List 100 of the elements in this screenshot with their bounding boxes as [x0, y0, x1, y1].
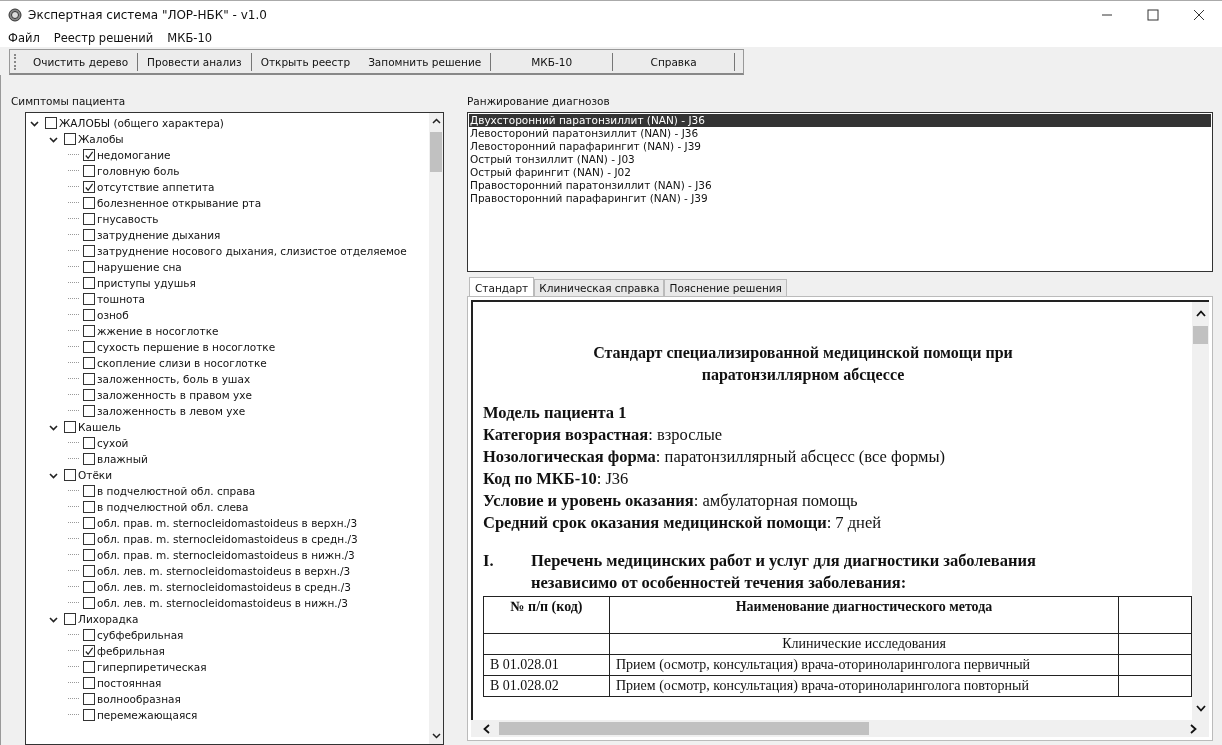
scroll-down-icon[interactable]: [431, 731, 441, 740]
scroll-up-icon[interactable]: [431, 117, 441, 126]
tree-item[interactable]: Жалобы: [76, 133, 124, 145]
checkbox[interactable]: [83, 357, 95, 369]
chevron-down-icon[interactable]: [49, 614, 58, 624]
checkbox[interactable]: [83, 597, 95, 609]
checkbox[interactable]: [83, 485, 95, 497]
checkbox[interactable]: [45, 117, 57, 129]
tree-item[interactable]: обл. лев. m. sternocleidomastoideus в средн./3: [95, 581, 351, 593]
checkbox[interactable]: [83, 517, 95, 529]
checkbox[interactable]: [83, 453, 95, 465]
toolbar-button[interactable]: Запомнить решение: [359, 52, 492, 71]
tree-item[interactable]: отсутствие аппетита: [95, 181, 215, 193]
checkbox[interactable]: [83, 549, 95, 561]
checkbox[interactable]: [83, 229, 95, 241]
list-item[interactable]: Правосторонний паратонзиллит (NAN) - J36: [469, 179, 1211, 192]
tree-item[interactable]: затруднение дыхания: [95, 229, 221, 241]
tree-item[interactable]: гиперпиретическая: [95, 661, 207, 673]
tree-item[interactable]: в подчелюстной обл. слева: [95, 501, 249, 513]
tree-item[interactable]: тошнота: [95, 293, 145, 305]
checkbox[interactable]: [83, 389, 95, 401]
tree-item[interactable]: заложенность в левом ухе: [95, 405, 246, 417]
checkbox[interactable]: [64, 469, 76, 481]
toolbar-button[interactable]: Справка: [613, 52, 736, 71]
tree-item[interactable]: болезненное открывание рта: [95, 197, 262, 209]
checkbox[interactable]: [83, 501, 95, 513]
tree-item[interactable]: обл. лев. m. sternocleidomastoideus в верхн./3: [95, 565, 351, 577]
checkbox[interactable]: [83, 565, 95, 577]
tab[interactable]: Пояснение решения: [664, 279, 787, 296]
tree-item[interactable]: Лихорадка: [76, 613, 139, 625]
scrollbar[interactable]: [1192, 302, 1209, 720]
scroll-thumb[interactable]: [430, 132, 442, 172]
checkbox[interactable]: [64, 133, 76, 145]
checkbox[interactable]: [83, 629, 95, 641]
checkbox[interactable]: [83, 677, 95, 689]
tree-item[interactable]: недомогание: [95, 149, 171, 161]
tree-item[interactable]: волнообразная: [95, 693, 181, 705]
tree-item[interactable]: приступы удушья: [95, 277, 196, 289]
chevron-down-icon[interactable]: [49, 134, 58, 144]
checkbox[interactable]: [83, 309, 95, 321]
checkbox[interactable]: [83, 165, 95, 177]
tree-item[interactable]: субфебрильная: [95, 629, 184, 641]
checkbox[interactable]: [83, 293, 95, 305]
tree-item[interactable]: перемежающаяся: [95, 709, 198, 721]
chevron-down-icon[interactable]: [30, 118, 39, 128]
tree-item[interactable]: озноб: [95, 309, 129, 321]
tree-item[interactable]: ЖАЛОБЫ (общего характера): [57, 117, 224, 129]
tree-item[interactable]: заложенность в правом ухе: [95, 389, 252, 401]
tree-item[interactable]: сухой: [95, 437, 129, 449]
checkbox[interactable]: [64, 613, 76, 625]
checkbox[interactable]: [83, 197, 95, 209]
tree-item[interactable]: нарушение сна: [95, 261, 182, 273]
checkbox[interactable]: [83, 261, 95, 273]
checkbox[interactable]: [83, 325, 95, 337]
tree-item[interactable]: обл. прав. m. sternocleidomastoideus в верхн./3: [95, 517, 358, 529]
tree-item[interactable]: жжение в носоглотке: [95, 325, 219, 337]
checkbox[interactable]: [83, 213, 95, 225]
checkbox[interactable]: [83, 661, 95, 673]
tree-item[interactable]: обл. прав. m. sternocleidomastoideus в средн./3: [95, 533, 358, 545]
toolbar-button[interactable]: Провести анализ: [138, 52, 252, 71]
scroll-thumb[interactable]: [499, 722, 869, 735]
checkbox[interactable]: [83, 709, 95, 721]
tree-item[interactable]: Кашель: [76, 421, 121, 433]
checkbox[interactable]: [83, 533, 95, 545]
menu-item[interactable]: Файл: [8, 31, 40, 45]
scroll-thumb[interactable]: [1193, 326, 1208, 344]
checkbox[interactable]: [83, 341, 95, 353]
checkbox[interactable]: [83, 437, 95, 449]
tree-item[interactable]: гнусавость: [95, 213, 159, 225]
toolbar-button[interactable]: Очистить дерево: [24, 52, 139, 71]
checkbox[interactable]: [83, 277, 95, 289]
toolbar-button[interactable]: Открыть реестр: [251, 52, 360, 71]
toolbar-button[interactable]: МКБ-10: [491, 52, 614, 71]
tree-item[interactable]: сухость першение в носоглотке: [95, 341, 276, 353]
tree-item[interactable]: скопление слизи в носоглотке: [95, 357, 267, 369]
tab[interactable]: Клиническая справка: [534, 279, 665, 296]
tree-item[interactable]: обл. лев. m. sternocleidomastoideus в нижн./3: [95, 597, 348, 609]
checkbox[interactable]: [83, 581, 95, 593]
list-item[interactable]: Левосторонний парафарингит (NAN) - J39: [469, 140, 1211, 153]
checkbox[interactable]: [83, 373, 95, 385]
chevron-down-icon[interactable]: [49, 470, 58, 480]
tree-item[interactable]: фебрильная: [95, 645, 165, 657]
tree-item[interactable]: Отёки: [76, 469, 112, 481]
list-item[interactable]: Острый тонзиллит (NAN) - J03: [469, 153, 1211, 166]
tree-item[interactable]: головную боль: [95, 165, 180, 177]
checkbox[interactable]: [83, 405, 95, 417]
checkbox[interactable]: [64, 421, 76, 433]
chevron-down-icon[interactable]: [49, 422, 58, 432]
tree-item[interactable]: обл. прав. m. sternocleidomastoideus в нижн./3: [95, 549, 355, 561]
checkbox[interactable]: [83, 645, 95, 657]
list-item[interactable]: Двухсторонний паратонзиллит (NAN) - J36: [469, 114, 1211, 127]
scrollbar[interactable]: [471, 720, 1209, 737]
list-item[interactable]: Острый фарингит (NAN) - J02: [469, 166, 1211, 179]
menu-item[interactable]: Реестр решений: [53, 31, 154, 45]
tab[interactable]: Стандарт: [469, 277, 535, 296]
tree-item[interactable]: заложенность, боль в ушах: [95, 373, 251, 385]
list-item[interactable]: Левостороний паратонзиллит (NAN) - J36: [469, 127, 1211, 140]
checkbox[interactable]: [83, 693, 95, 705]
checkbox[interactable]: [83, 181, 95, 193]
menu-item[interactable]: МКБ-10: [167, 31, 213, 45]
